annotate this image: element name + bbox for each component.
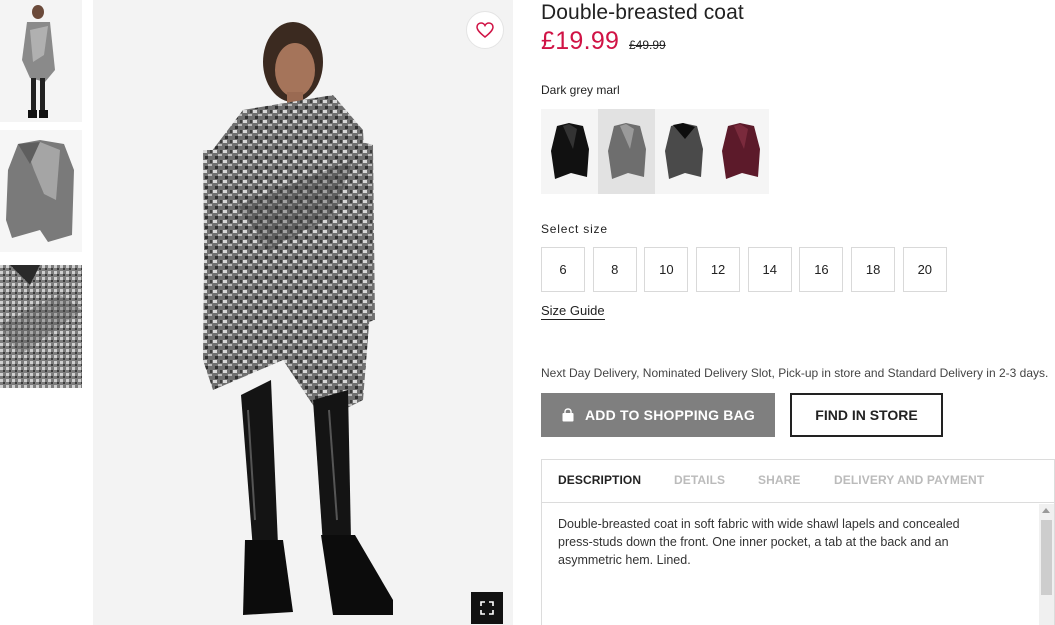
size-option-8[interactable]: 8	[592, 247, 637, 292]
expand-image-button[interactable]	[471, 592, 503, 624]
product-title: Double-breasted coat	[541, 1, 744, 24]
expand-icon	[480, 601, 494, 615]
delivery-info: Next Day Delivery, Nominated Delivery Sl…	[541, 366, 1049, 380]
size-option-16[interactable]: 16	[799, 247, 844, 292]
select-size-label: Select size	[541, 222, 608, 236]
main-product-image[interactable]	[93, 0, 513, 625]
info-panel: DESCRIPTION DETAILS SHARE DELIVERY AND P…	[541, 459, 1055, 625]
burgundy-swatch-image	[722, 123, 760, 179]
add-to-bag-label: ADD TO SHOPPING BAG	[584, 407, 755, 423]
grey-black-collar-swatch-image	[665, 123, 703, 179]
shopping-bag-icon	[561, 408, 575, 422]
tab-delivery-and-payment[interactable]: DELIVERY AND PAYMENT	[834, 473, 984, 487]
thumbnail-coat-flat[interactable]	[0, 130, 82, 252]
scrollbar-thumb[interactable]	[1041, 520, 1052, 595]
swatch-grey-black-collar[interactable]	[655, 109, 712, 194]
size-option-12[interactable]: 12	[696, 247, 741, 292]
size-option-14[interactable]: 14	[747, 247, 792, 292]
color-swatches	[541, 109, 769, 194]
size-option-10[interactable]: 10	[644, 247, 689, 292]
panel-scrollbar[interactable]	[1039, 504, 1054, 625]
sale-price: £19.99	[541, 27, 620, 55]
model-photo	[93, 0, 513, 625]
size-option-20[interactable]: 20	[902, 247, 947, 292]
thumbnail-coat-image	[0, 130, 82, 252]
heart-icon	[476, 22, 494, 38]
size-option-18[interactable]: 18	[851, 247, 896, 292]
add-to-shopping-bag-button[interactable]: ADD TO SHOPPING BAG	[541, 393, 775, 437]
original-price: £49.99	[629, 38, 666, 52]
black-coat-swatch-image	[551, 123, 589, 179]
tab-share[interactable]: SHARE	[758, 473, 801, 487]
tab-description[interactable]: DESCRIPTION	[558, 473, 641, 487]
swatch-dark-grey-marl[interactable]	[598, 109, 655, 194]
selected-color-label: Dark grey marl	[541, 83, 620, 97]
tab-details[interactable]: DETAILS	[674, 473, 725, 487]
size-guide-link[interactable]: Size Guide	[541, 303, 605, 320]
description-text: Double-breasted coat in soft fabric with…	[558, 517, 960, 567]
thumbnail-full-body[interactable]	[0, 0, 82, 122]
swatch-burgundy[interactable]	[712, 109, 769, 194]
favorite-button[interactable]	[466, 11, 504, 49]
thumbnail-model-image	[0, 0, 82, 122]
thumbnail-detail-image	[0, 265, 82, 388]
info-tabs: DESCRIPTION DETAILS SHARE DELIVERY AND P…	[542, 460, 1054, 503]
scroll-up-arrow-icon[interactable]	[1042, 508, 1050, 513]
dark-grey-marl-swatch-image	[608, 123, 646, 179]
size-options: 6 8 10 12 14 16 18 20	[541, 247, 955, 292]
swatch-black[interactable]	[541, 109, 598, 194]
size-option-6[interactable]: 6	[541, 247, 585, 292]
thumbnail-fabric-detail[interactable]	[0, 265, 82, 388]
find-in-store-button[interactable]: FIND IN STORE	[790, 393, 943, 437]
